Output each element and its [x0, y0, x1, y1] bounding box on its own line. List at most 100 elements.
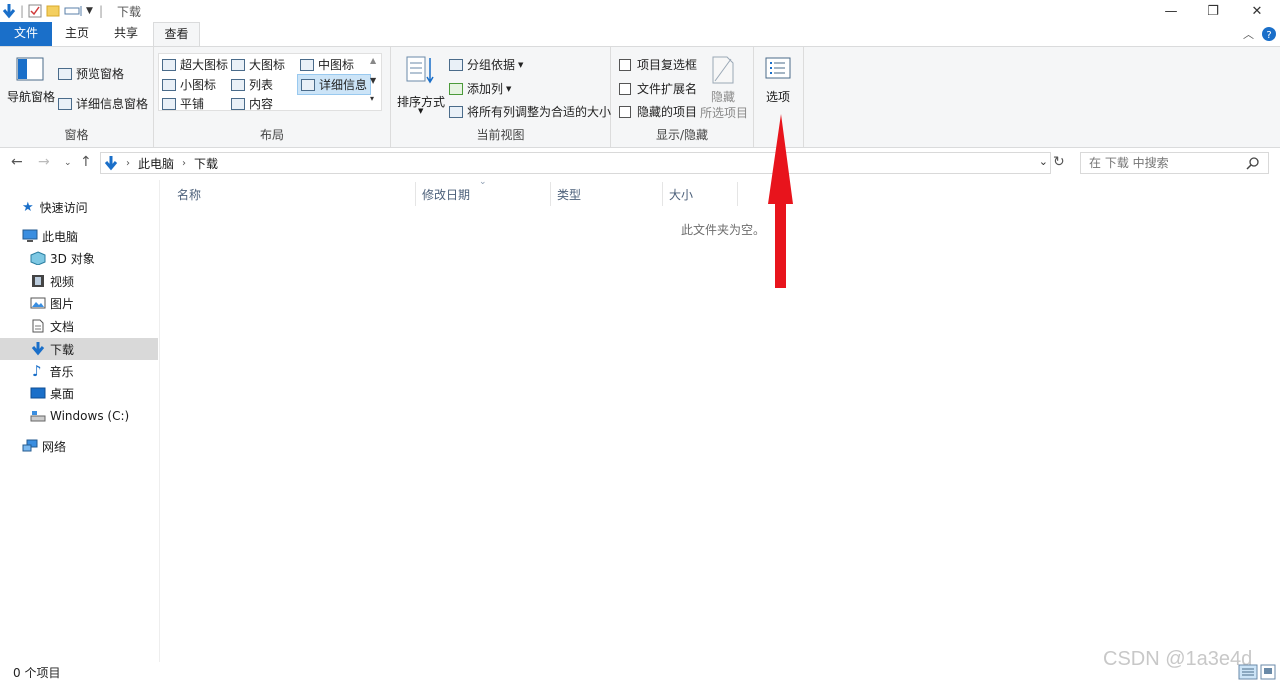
- sidebar-item-downloads[interactable]: 下载: [0, 338, 158, 360]
- options-button[interactable]: 选项: [756, 53, 802, 105]
- layout-large-icons[interactable]: 大图标: [231, 56, 285, 73]
- gallery-expand-icon[interactable]: ▾: [370, 94, 374, 103]
- hidden-items-checkbox[interactable]: [619, 105, 631, 118]
- column-header-date-modified[interactable]: 修改日期: [422, 183, 470, 205]
- download-arrow-icon[interactable]: [2, 3, 16, 19]
- address-bar[interactable]: › 此电脑 › 下载 ⌄: [100, 152, 1051, 174]
- address-history-chevron-icon[interactable]: ⌄: [1039, 155, 1048, 168]
- details-view-icon[interactable]: [1238, 664, 1258, 680]
- column-header-type[interactable]: 类型: [557, 183, 581, 205]
- column-divider[interactable]: [550, 182, 551, 206]
- add-columns-icon: [449, 82, 463, 95]
- sidebar-item-label: Windows (C:): [50, 409, 130, 423]
- properties-icon[interactable]: [28, 4, 42, 18]
- search-icon[interactable]: [1246, 157, 1260, 171]
- close-button[interactable]: ✕: [1234, 0, 1280, 22]
- sidebar-item-pictures[interactable]: 图片: [0, 292, 158, 314]
- tab-view[interactable]: 查看: [153, 22, 200, 47]
- rename-icon[interactable]: [64, 4, 84, 18]
- title-bar: | ▼ | 下载 — ❐ ✕: [0, 0, 1280, 22]
- window-title: 下载: [117, 5, 142, 19]
- desktop-icon: [30, 387, 46, 399]
- search-box[interactable]: [1080, 152, 1269, 174]
- layout-tiles[interactable]: 平铺: [162, 95, 204, 112]
- back-arrow-icon[interactable]: ←: [11, 154, 23, 170]
- item-checkboxes-checkbox[interactable]: [619, 58, 631, 71]
- group-by-icon: [449, 58, 463, 71]
- add-columns-chevron-icon: ▼: [506, 84, 512, 93]
- breadcrumb-this-pc[interactable]: 此电脑: [138, 155, 174, 172]
- item-checkboxes-label: 项目复选框: [637, 58, 698, 72]
- file-extensions-toggle[interactable]: 文件扩展名: [619, 80, 697, 97]
- tab-file[interactable]: 文件: [0, 22, 52, 46]
- sidebar-item-this-pc[interactable]: 此电脑: [0, 225, 158, 247]
- tab-share[interactable]: 共享: [104, 22, 148, 46]
- layout-list[interactable]: 列表: [231, 76, 273, 93]
- recent-locations-chevron-icon[interactable]: ⌄: [64, 158, 72, 168]
- minimize-button[interactable]: —: [1148, 0, 1194, 22]
- sidebar-item-windows-c[interactable]: Windows (C:): [0, 405, 158, 427]
- drive-icon: [30, 411, 46, 422]
- file-extensions-checkbox[interactable]: [619, 82, 631, 95]
- content-icon: [231, 97, 245, 110]
- search-input[interactable]: [1089, 156, 1249, 170]
- gallery-scroll-up-icon[interactable]: ▲: [370, 56, 376, 65]
- layout-small-icons[interactable]: 小图标: [162, 76, 216, 93]
- item-checkboxes-toggle[interactable]: 项目复选框: [619, 56, 697, 73]
- quick-access-toolbar: | ▼ |: [2, 2, 103, 20]
- details-pane-button[interactable]: 详细信息窗格: [58, 95, 148, 112]
- layout-label: 中图标: [318, 58, 355, 72]
- hidden-items-toggle[interactable]: 隐藏的项目: [619, 103, 697, 120]
- size-all-columns-button[interactable]: 将所有列调整为合适的大小: [449, 103, 611, 120]
- extra-large-icons-icon: [162, 58, 176, 71]
- refresh-icon[interactable]: ↻: [1053, 154, 1065, 170]
- sort-by-button[interactable]: 排序方式 ▼: [395, 53, 445, 117]
- hide-selected-button[interactable]: 隐藏 所选项目: [699, 53, 749, 120]
- layout-extra-large-icons[interactable]: 超大图标: [162, 56, 228, 73]
- sidebar-item-label: 快速访问: [39, 200, 88, 215]
- layout-medium-icons[interactable]: 中图标: [300, 56, 354, 73]
- new-folder-icon[interactable]: [46, 4, 60, 18]
- layout-details[interactable]: 详细信息: [297, 74, 372, 95]
- large-icons-view-icon[interactable]: [1260, 664, 1276, 680]
- nav-pane-button[interactable]: 导航窗格: [4, 55, 55, 115]
- customize-toolbar-chevron-icon[interactable]: ▼: [86, 6, 93, 16]
- group-show-hide: 项目复选框 文件扩展名 隐藏的项目 隐藏 所选项目 显示/隐藏: [611, 47, 754, 147]
- list-icon: [231, 78, 245, 91]
- up-arrow-icon[interactable]: ↑: [80, 154, 92, 170]
- sidebar-item-quick-access[interactable]: ★ 快速访问: [0, 196, 158, 218]
- forward-arrow-icon[interactable]: →: [38, 154, 50, 170]
- svg-text:?: ?: [1266, 30, 1271, 41]
- group-by-button[interactable]: 分组依据 ▼: [449, 56, 523, 73]
- sidebar-item-desktop[interactable]: 桌面: [0, 382, 158, 404]
- sidebar-item-documents[interactable]: 文档: [0, 315, 158, 337]
- help-icon[interactable]: ?: [1261, 26, 1277, 42]
- column-header-size[interactable]: 大小: [669, 183, 693, 205]
- sidebar-item-videos[interactable]: 视频: [0, 270, 158, 292]
- hidden-items-label: 隐藏的项目: [637, 105, 698, 119]
- sidebar-item-label: 视频: [50, 274, 75, 289]
- add-columns-button[interactable]: 添加列 ▼: [449, 80, 511, 97]
- collapse-ribbon-chevron-icon[interactable]: ︿: [1243, 26, 1254, 42]
- tab-home[interactable]: 主页: [56, 22, 98, 46]
- sidebar-item-label: 图片: [50, 296, 75, 311]
- file-extensions-label: 文件扩展名: [637, 82, 698, 96]
- column-divider[interactable]: [737, 182, 738, 206]
- sort-dropdown-chevron-icon: ▼: [418, 107, 424, 115]
- restore-button[interactable]: ❐: [1190, 0, 1236, 22]
- layout-content[interactable]: 内容: [231, 95, 273, 112]
- nav-pane-icon: [16, 57, 44, 81]
- column-header-name[interactable]: 名称: [177, 183, 201, 205]
- preview-pane-button[interactable]: 预览窗格: [58, 65, 124, 82]
- column-divider[interactable]: [415, 182, 416, 206]
- sidebar-item-label: 文档: [50, 319, 75, 334]
- sidebar-item-music[interactable]: ♪ 音乐: [0, 360, 158, 382]
- small-icons-icon: [162, 78, 176, 91]
- sidebar-item-3d-objects[interactable]: 3D 对象: [0, 247, 158, 269]
- sort-indicator-chevron-icon: ⌄: [479, 177, 487, 187]
- column-divider[interactable]: [662, 182, 663, 206]
- sidebar-item-network[interactable]: 网络: [0, 435, 158, 457]
- gallery-scroll-down-icon[interactable]: ▼: [370, 76, 376, 85]
- breadcrumb-downloads[interactable]: 下载: [194, 155, 218, 172]
- layout-label: 内容: [249, 97, 274, 111]
